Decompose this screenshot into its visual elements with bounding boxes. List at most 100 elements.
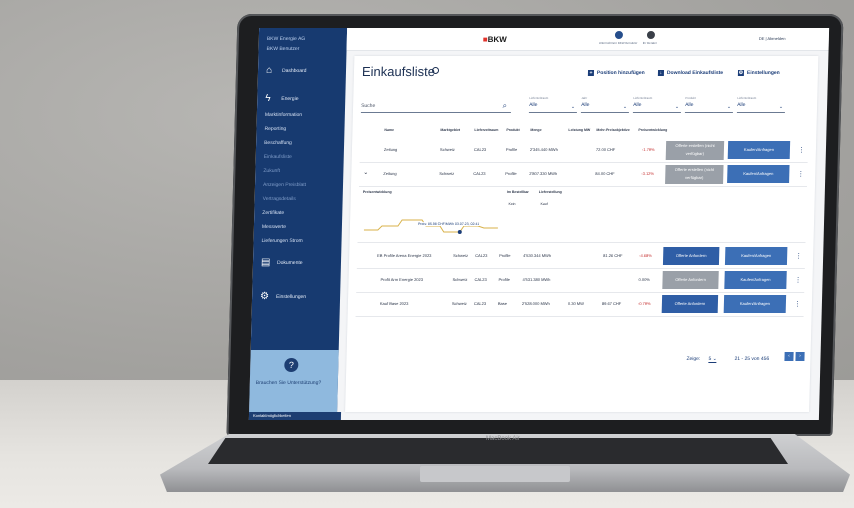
- settings-button[interactable]: ⚙ Einstellungen: [737, 70, 780, 76]
- cell-period: CAL23: [473, 171, 486, 176]
- add-position-label: Position hinzufügen: [596, 70, 645, 76]
- table-row[interactable]: Zeitung Schweiz CAL23 Profile 2'345.440 …: [359, 138, 809, 163]
- page-range: 21 - 25 von 456: [734, 356, 770, 362]
- sidebar-sub-reporting[interactable]: Reporting: [256, 122, 344, 136]
- more-icon[interactable]: ⋮: [797, 170, 804, 178]
- language-logout[interactable]: DE | Abmelden: [759, 36, 786, 41]
- contact-link[interactable]: Kontaktmöglichkeiten: [248, 412, 342, 420]
- help-panel: ? Brauchen Sie Unterstützung? Kontaktmög…: [248, 350, 342, 420]
- search-placeholder: Suche: [361, 103, 376, 109]
- sidebar-item-label: Energie: [281, 96, 299, 102]
- sidebar-sub-zertifikate[interactable]: Zertifikate: [254, 206, 342, 220]
- chevron-down-icon: ⌄: [570, 104, 576, 110]
- cell-name: Zeitung: [383, 171, 397, 176]
- buy-button[interactable]: Kaufen/Anfragen: [727, 165, 790, 183]
- detail-val-a: Kein: [508, 202, 516, 206]
- col-header-product[interactable]: Produkt: [506, 128, 519, 132]
- col-header-change[interactable]: Preisentwicklung: [638, 128, 667, 132]
- download-label: Download Einkaufsliste: [666, 70, 724, 76]
- chevron-expand-icon[interactable]: ⌄: [363, 169, 368, 176]
- add-position-button[interactable]: + Position hinzufügen: [587, 70, 645, 76]
- chevron-down-icon: ⌄: [778, 104, 784, 110]
- search-input[interactable]: Suche ⌕: [360, 100, 512, 113]
- advisor-label: Ihr Berater: [642, 41, 657, 45]
- cell-area: Schweiz: [439, 171, 455, 176]
- filter-label: Produkt: [685, 96, 696, 100]
- download-list-button[interactable]: ↓ Download Einkaufsliste: [657, 70, 724, 76]
- cell-product: Profile: [505, 171, 517, 176]
- detail-col-b: Lieferstellung: [538, 190, 562, 194]
- search-icon: ⌕: [502, 101, 508, 110]
- sidebar-sub-preisblatt[interactable]: Anzeigen Preisblatt: [255, 178, 343, 192]
- sidebar-sub-zukunft[interactable]: Zukunft: [255, 164, 343, 178]
- filter-lieferzeitraum-3[interactable]: Lieferzeitraum Alle ⌄: [736, 96, 786, 113]
- sidebar-sub-lieferungen[interactable]: Lieferungen Strom: [253, 234, 341, 248]
- buy-button[interactable]: Kaufen/Anfragen: [727, 141, 791, 159]
- sidebar-sub-beschaffung[interactable]: Beschaffung: [256, 136, 344, 150]
- org-name[interactable]: BKW Energie AG: [259, 28, 347, 44]
- sidebar-sub-messwerte[interactable]: Messwerte: [254, 220, 342, 234]
- more-icon[interactable]: ⋮: [798, 146, 805, 154]
- cell-name: Profit Arm Energie 2023: [380, 277, 424, 282]
- filter-produkt[interactable]: Produkt Alle ⌄: [684, 96, 734, 113]
- filter-lieferzeitraum-2[interactable]: Lieferzeitraum Alle ⌄: [632, 96, 682, 113]
- offer-button[interactable]: Offerte Anfordern: [661, 295, 719, 313]
- sidebar-item-settings[interactable]: ⚙ Einstellungen: [252, 288, 340, 306]
- sidebar-sub-einkaufsliste[interactable]: Einkaufsliste: [256, 150, 344, 164]
- advisor-avatar[interactable]: [646, 31, 656, 39]
- more-icon[interactable]: ⋮: [794, 276, 801, 284]
- filter-lieferzeitraum-1[interactable]: Lieferzeitraum Alle ⌄: [528, 96, 578, 113]
- more-icon[interactable]: ⋮: [795, 252, 802, 260]
- chart-tooltip: Preis: 85.98 CHF/MWh 03.07.23, 02:41: [417, 222, 480, 226]
- bkw-logo[interactable]: ■BKW: [483, 35, 507, 44]
- offer-button[interactable]: Offerte Anfordern: [662, 247, 720, 265]
- main-content: Einkaufsliste + Position hinzufügen ↓ Down…: [345, 56, 819, 412]
- sidebar-sub-vertragsdetails[interactable]: Vertragsdetails: [254, 192, 342, 206]
- gear-icon: ⚙: [259, 291, 270, 302]
- cell-area: Schweiz: [452, 277, 468, 282]
- offer-button[interactable]: Offerte erstellen (nicht verfügbar): [665, 165, 724, 184]
- table-row[interactable]: Profit Arm Energie 2023 Schweiz CAL23 Pr…: [356, 268, 805, 293]
- sidebar-sub-marktinformation[interactable]: Marktinformation: [257, 108, 345, 122]
- sidebar-item-dokumente[interactable]: ▤ Dokumente: [253, 254, 341, 272]
- buy-button[interactable]: Kaufen/Anfragen: [724, 247, 788, 265]
- detail-section-label: Preisentwicklung: [362, 190, 392, 194]
- sidebar-item-label: Einstellungen: [276, 294, 307, 300]
- sidebar-item-energie[interactable]: ϟ Energie: [257, 90, 345, 108]
- prev-page-button[interactable]: ‹: [784, 352, 794, 361]
- cell-name: Zeitung: [383, 147, 398, 152]
- col-header-period[interactable]: Lieferzeitraum: [474, 128, 498, 132]
- page-size-select[interactable]: 5 ⌄: [708, 356, 717, 363]
- filter-jahr[interactable]: Jahr Alle ⌄: [580, 96, 630, 113]
- offer-button[interactable]: Offerte Anfordern: [662, 271, 719, 289]
- next-page-button[interactable]: ›: [795, 352, 805, 361]
- price-sparkline[interactable]: [363, 204, 505, 236]
- download-icon: ↓: [657, 70, 665, 76]
- account-name: BKW Benutzer: [266, 46, 300, 52]
- cell-area: Schweiz: [451, 301, 467, 306]
- table-header: Name Marktgebiet Lieferzeitraum Produkt …: [360, 126, 808, 136]
- table-row[interactable]: ⌄ Zeitung Schweiz CAL23 Profile 2'807.33…: [358, 162, 808, 187]
- cell-change: -3.12%: [641, 171, 655, 176]
- chevron-down-icon: ⌄: [726, 104, 732, 110]
- buy-button[interactable]: Kaufen/Anfragen: [723, 295, 787, 313]
- page-size-value: 5: [708, 356, 712, 362]
- cell-qty: 2'807.330 MWh: [529, 171, 558, 176]
- col-header-area[interactable]: Marktgebiet: [440, 128, 460, 132]
- cell-change: -1.79%: [641, 147, 655, 152]
- table-row[interactable]: Kauf Base 2023 Schweiz CAL23 Base 2'528.…: [355, 292, 805, 317]
- sidebar-item-dashboard[interactable]: ⌂ Dashboard: [258, 62, 346, 80]
- company-icon[interactable]: [614, 31, 624, 39]
- col-header-qty[interactable]: Menge: [530, 128, 541, 132]
- top-bar: ■BKW Unternehmen BKW Benutzer Ihr Berate…: [346, 28, 830, 51]
- more-icon[interactable]: ⋮: [794, 300, 801, 308]
- table-row[interactable]: EB Profile Arena Energie 2023 Schweiz CA…: [356, 244, 806, 269]
- col-header-price[interactable]: Mehr-Preisobjektive: [596, 128, 629, 132]
- info-icon[interactable]: [431, 67, 440, 74]
- gear-icon: ⚙: [737, 70, 745, 76]
- col-header-name[interactable]: Name: [384, 128, 394, 132]
- col-header-mw[interactable]: Leistung MW: [568, 128, 590, 132]
- offer-button[interactable]: Offerte erstellen (nicht verfügbar): [665, 141, 725, 160]
- home-icon: ⌂: [265, 65, 273, 76]
- buy-button[interactable]: Kaufen/Anfragen: [724, 271, 787, 289]
